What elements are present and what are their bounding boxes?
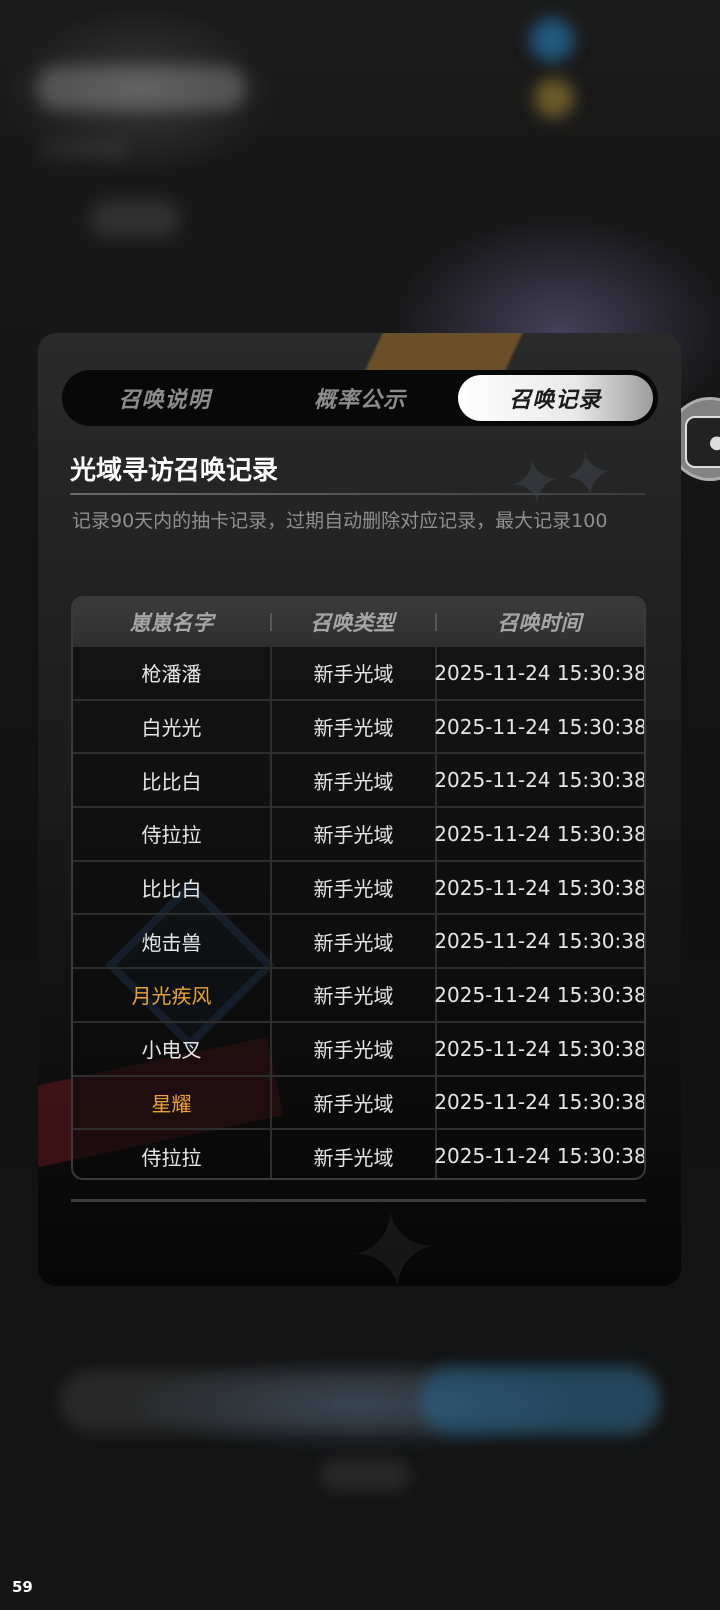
table-row: 月光疾风 新手光域 2025-11-24 15:30:38 xyxy=(73,967,644,1021)
table-row: 比比白 新手光域 2025-11-24 15:30:38 xyxy=(73,752,644,807)
cell-time: 2025-11-24 15:30:38 xyxy=(434,700,644,753)
cell-time: 2025-11-24 15:30:38 xyxy=(434,647,644,699)
cell-type: 新手光域 xyxy=(270,1130,435,1178)
blurred-bottom-label xyxy=(320,1460,410,1490)
cell-type: 新手光域 xyxy=(270,1022,435,1075)
cell-name: 月光疾风 xyxy=(131,984,212,1009)
decorative-orange-stripe xyxy=(364,333,532,373)
cell-name: 枪潘潘 xyxy=(141,662,202,687)
table-row: 小电叉 新手光域 2025-11-24 15:30:38 xyxy=(73,1020,644,1075)
cell-type: 新手光域 xyxy=(270,915,435,968)
cell-name: 比比白 xyxy=(141,877,202,902)
cell-name: 炮击兽 xyxy=(141,930,202,955)
header-time: 召唤时间 xyxy=(435,598,644,645)
blurred-player-banner xyxy=(36,66,246,110)
table-row: 炮击兽 新手光域 2025-11-24 15:30:38 xyxy=(73,913,644,968)
title-divider xyxy=(70,493,645,495)
table-row: 比比白 新手光域 2025-11-24 15:30:38 xyxy=(73,859,644,914)
blurred-label xyxy=(90,200,180,238)
cell-name: 侍拉拉 xyxy=(141,1145,202,1170)
cell-time: 2025-11-24 15:30:38 xyxy=(434,1130,644,1178)
cell-name: 白光光 xyxy=(141,716,202,741)
blurred-summon-button xyxy=(420,1365,660,1435)
cell-type: 新手光域 xyxy=(270,647,435,699)
fps-counter: 59 xyxy=(12,1578,33,1596)
cell-name: 侍拉拉 xyxy=(141,823,202,848)
table-row: 枪潘潘 新手光域 2025-11-24 15:30:38 xyxy=(73,645,644,699)
cell-type: 新手光域 xyxy=(270,861,435,914)
tab-summon-record[interactable]: 召唤记录 xyxy=(457,375,653,421)
cell-time: 2025-11-24 15:30:38 xyxy=(434,969,644,1021)
tab-probability[interactable]: 概率公示 xyxy=(262,375,457,421)
table-row: 星耀 新手光域 2025-11-24 15:30:38 xyxy=(73,1074,644,1129)
cell-type: 新手光域 xyxy=(270,754,435,807)
table-row: 侍拉拉 新手光域 2025-11-24 15:30:38 xyxy=(73,806,644,860)
chat-bubble-icon: ● xyxy=(685,416,720,468)
cell-time: 2025-11-24 15:30:38 xyxy=(434,808,644,860)
summon-record-panel: ✦✦ ✦ 召唤说明 概率公示 召唤记录 光域寻访召唤记录 记录90天内的抽卡记录… xyxy=(38,333,681,1286)
tab-bar: 召唤说明 概率公示 召唤记录 xyxy=(62,370,658,426)
cell-name: 星耀 xyxy=(151,1091,192,1116)
table-bottom-divider xyxy=(71,1199,646,1202)
blurred-subtitle xyxy=(40,140,130,160)
blurred-currency-icon xyxy=(530,18,574,62)
table-row: 侍拉拉 新手光域 2025-11-24 15:30:38 xyxy=(73,1128,644,1178)
cell-time: 2025-11-24 15:30:38 xyxy=(434,754,644,807)
cell-type: 新手光域 xyxy=(270,1076,435,1129)
cell-time: 2025-11-24 15:30:38 xyxy=(434,1022,644,1075)
cell-type: 新手光域 xyxy=(270,808,435,860)
header-name: 崽崽名字 xyxy=(129,610,214,635)
table-body[interactable]: 枪潘潘 新手光域 2025-11-24 15:30:38 白光光 新手光域 2025-11… xyxy=(73,645,644,1178)
cell-name: 比比白 xyxy=(141,769,202,794)
cell-time: 2025-11-24 15:30:38 xyxy=(434,915,644,968)
cell-time: 2025-11-24 15:30:38 xyxy=(434,1076,644,1129)
table-row: 白光光 新手光域 2025-11-24 15:30:38 xyxy=(73,698,644,753)
table-header: 崽崽名字 召唤类型 召唤时间 xyxy=(73,598,644,645)
cell-name: 小电叉 xyxy=(141,1038,202,1063)
record-title: 光域寻访召唤记录 xyxy=(70,456,279,486)
cell-time: 2025-11-24 15:30:38 xyxy=(434,861,644,914)
record-note: 记录90天内的抽卡记录，过期自动删除对应记录，最大记录100 xyxy=(72,510,608,532)
header-type: 召唤类型 xyxy=(270,598,435,645)
tab-summon-info[interactable]: 召唤说明 xyxy=(67,375,262,421)
cell-type: 新手光域 xyxy=(270,700,435,753)
blurred-coin-icon xyxy=(534,78,574,118)
summon-record-table: 崽崽名字 召唤类型 召唤时间 枪潘潘 新手光域 2025-11-24 15:30:3… xyxy=(71,596,646,1180)
cell-type: 新手光域 xyxy=(270,969,435,1021)
